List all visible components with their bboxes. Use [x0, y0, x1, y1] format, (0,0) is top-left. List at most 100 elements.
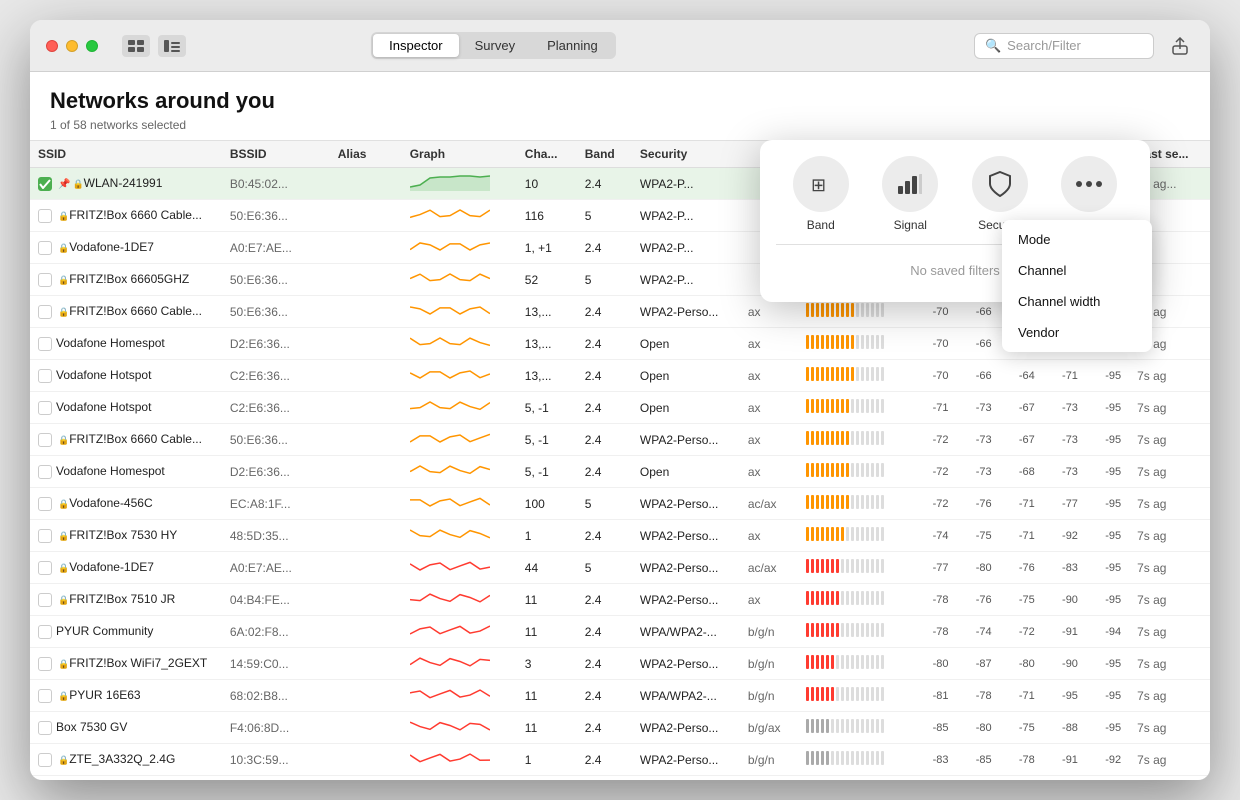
table-row[interactable]: 🔒FRITZ!Box 6660 Cable...50:E6:36...5, -1… [30, 424, 1210, 456]
ssid-text: WLAN-241991 [84, 176, 163, 190]
ssid-text: Vodafone-1DE7 [69, 560, 154, 574]
col-header-graph[interactable]: Graph [402, 141, 517, 168]
cell-band: 2.4 [577, 616, 632, 648]
cell-ssid: 🔒FRITZ!Box 6660 Cable... [30, 296, 222, 328]
cell-security: WPA2-Perso... [632, 296, 740, 328]
row-checkbox[interactable] [38, 273, 52, 287]
lock-icon: 🔒 [58, 275, 69, 285]
menu-item-channel-width[interactable]: Channel width [1002, 286, 1152, 317]
row-checkbox[interactable] [38, 497, 52, 511]
cell-ssid: 📌🔒WLAN-241991 [30, 168, 222, 200]
lock-icon: 🔒 [58, 531, 69, 541]
cell-val-2: -80 [956, 552, 999, 584]
lock-icon: 🔒 [58, 243, 69, 253]
row-checkbox[interactable] [38, 753, 52, 767]
table-row[interactable]: Vodafone HomespotD2:E6:36...5, -12.4Open… [30, 456, 1210, 488]
cell-band: 2.4 [577, 296, 632, 328]
cell-bssid: C2:E6:36... [222, 360, 330, 392]
table-row[interactable]: 🔒FRITZ!Box 6690 JE50:E6:36...365WPA2-Per… [30, 776, 1210, 781]
cell-signal-bars [798, 648, 913, 680]
ssid-text: FRITZ!Box 6660 Cable... [69, 432, 202, 446]
tab-planning[interactable]: Planning [531, 34, 614, 57]
close-button[interactable] [46, 40, 58, 52]
cell-band: 2.4 [577, 584, 632, 616]
tab-survey[interactable]: Survey [459, 34, 531, 57]
cell-channel: 5, -1 [517, 456, 577, 488]
minimize-button[interactable] [66, 40, 78, 52]
cell-ssid: Box 7530 GV [30, 712, 222, 744]
cell-mode: ax [740, 584, 798, 616]
col-header-security[interactable]: Security [632, 141, 740, 168]
cell-graph [402, 200, 517, 232]
row-checkbox[interactable] [38, 593, 52, 607]
cell-bssid: 14:59:C0... [222, 648, 330, 680]
cell-security: WPA2-Perso... [632, 776, 740, 781]
table-row[interactable]: 🔒ZTE_3A332Q_2.4G10:3C:59...12.4WPA2-Pers… [30, 744, 1210, 776]
cell-channel: 44 [517, 552, 577, 584]
col-header-bssid[interactable]: BSSID [222, 141, 330, 168]
ssid-text: Vodafone-1DE7 [69, 240, 154, 254]
row-checkbox[interactable] [38, 401, 52, 415]
cell-ssid: 🔒FRITZ!Box 6660 Cable... [30, 424, 222, 456]
sidebar-icon[interactable] [158, 35, 186, 57]
table-row[interactable]: 🔒FRITZ!Box WiFi7_2GEXT14:59:C0...32.4WPA… [30, 648, 1210, 680]
fullscreen-button[interactable] [86, 40, 98, 52]
row-checkbox[interactable] [38, 721, 52, 735]
filter-band[interactable]: ⊞ Band [793, 156, 849, 232]
cell-val-5: -95 [1086, 776, 1129, 781]
cell-val-4: -88 [1043, 712, 1086, 744]
cell-val-5: -95 [1086, 456, 1129, 488]
table-row[interactable]: Vodafone HotspotC2:E6:36...5, -12.4Opena… [30, 392, 1210, 424]
grid-view-icon[interactable] [122, 35, 150, 57]
table-row[interactable]: 🔒Vodafone-456CEC:A8:1F...1005WPA2-Perso.… [30, 488, 1210, 520]
row-checkbox[interactable] [38, 369, 52, 383]
row-checkbox[interactable] [38, 689, 52, 703]
cell-val-4: -91 [1043, 744, 1086, 776]
cell-security: WPA2-Perso... [632, 552, 740, 584]
cell-val-3: -71 [1000, 520, 1043, 552]
row-checkbox[interactable] [38, 337, 52, 351]
cell-val-3: -75 [1000, 584, 1043, 616]
cell-security: WPA2-P... [632, 200, 740, 232]
row-checkbox[interactable] [38, 241, 52, 255]
col-header-band[interactable]: Band [577, 141, 632, 168]
row-checkbox[interactable] [38, 177, 52, 191]
tab-inspector[interactable]: Inspector [373, 34, 458, 57]
table-row[interactable]: 🔒FRITZ!Box 7510 JR04:B4:FE...112.4WPA2-P… [30, 584, 1210, 616]
row-checkbox[interactable] [38, 625, 52, 639]
cell-ssid: 🔒FRITZ!Box 7530 HY [30, 520, 222, 552]
col-header-alias[interactable]: Alias [330, 141, 402, 168]
menu-item-mode[interactable]: Mode [1002, 224, 1152, 255]
cell-channel: 36 [517, 776, 577, 781]
table-row[interactable]: Box 7530 GVF4:06:8D...112.4WPA2-Perso...… [30, 712, 1210, 744]
cell-band: 2.4 [577, 232, 632, 264]
row-checkbox[interactable] [38, 657, 52, 671]
cell-channel: 11 [517, 712, 577, 744]
col-header-ssid[interactable]: SSID [30, 141, 222, 168]
cell-val-2: -73 [956, 392, 999, 424]
filter-signal[interactable]: Signal [882, 156, 938, 232]
row-checkbox[interactable] [38, 305, 52, 319]
cell-ssid: 🔒FRITZ!Box 66605GHZ [30, 264, 222, 296]
row-checkbox[interactable] [38, 465, 52, 479]
row-checkbox[interactable] [38, 433, 52, 447]
cell-mode: ac/ax [740, 776, 798, 781]
row-checkbox[interactable] [38, 529, 52, 543]
search-bar[interactable]: 🔍 Search/Filter [974, 33, 1154, 59]
col-header-channel[interactable]: Cha... [517, 141, 577, 168]
row-checkbox[interactable] [38, 209, 52, 223]
menu-item-channel[interactable]: Channel [1002, 255, 1152, 286]
menu-item-vendor[interactable]: Vendor [1002, 317, 1152, 348]
cell-ssid: 🔒ZTE_3A332Q_2.4G [30, 744, 222, 776]
table-row[interactable]: PYUR Community6A:02:F8...112.4WPA/WPA2-.… [30, 616, 1210, 648]
table-row[interactable]: 🔒FRITZ!Box 7530 HY48:5D:35...12.4WPA2-Pe… [30, 520, 1210, 552]
table-row[interactable]: 🔒Vodafone-1DE7A0:E7:AE...445WPA2-Perso..… [30, 552, 1210, 584]
table-row[interactable]: 🔒PYUR 16E6368:02:B8...112.4WPA/WPA2-...b… [30, 680, 1210, 712]
row-checkbox[interactable] [38, 561, 52, 575]
cell-graph [402, 328, 517, 360]
table-row[interactable]: Vodafone HotspotC2:E6:36...13,...2.4Open… [30, 360, 1210, 392]
cell-channel: 1 [517, 520, 577, 552]
share-icon[interactable] [1166, 32, 1194, 60]
cell-mode: b/g/ax [740, 712, 798, 744]
cell-val-4: -71 [1043, 360, 1086, 392]
